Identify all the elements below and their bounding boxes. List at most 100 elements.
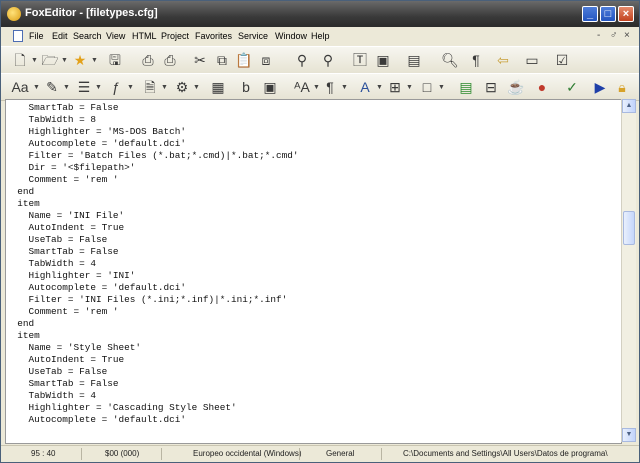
document-icon[interactable] <box>13 30 23 42</box>
code-line: Autocomplete = 'default.dci' <box>6 414 187 425</box>
status-separator <box>161 448 162 460</box>
code-line: Autocomplete = 'default.dci' <box>6 138 187 149</box>
brush-dropdown-icon[interactable]: ▼ <box>63 84 70 91</box>
text-mode-icon[interactable]: 🅃 <box>351 51 369 69</box>
open-dropdown-icon[interactable]: ▼ <box>61 57 68 64</box>
favorites-star-icon[interactable]: ★ <box>71 51 89 69</box>
code-line: item <box>6 198 40 209</box>
frame-dropdown-icon[interactable]: ▼ <box>438 84 445 91</box>
tools-icon[interactable]: ⚙ <box>173 78 191 96</box>
font-size-icon[interactable]: ᴬA <box>293 78 311 96</box>
close-button[interactable]: × <box>618 6 634 22</box>
syntax-status[interactable]: General <box>326 449 354 458</box>
bookmark-icon[interactable]: ⇦ <box>494 51 512 69</box>
code-line: item <box>6 330 40 341</box>
scroll-down-icon[interactable]: ▼ <box>622 428 636 442</box>
tea-icon[interactable]: ☕ <box>507 78 525 96</box>
format-toolbar: Aa ▼ ✎ ▼ ☰ ▼ ƒ ▼ 🗎 ▼ ⚙ ▼ ▦ b ▣ ᴬA ▼ ¶ ▼ … <box>1 73 639 101</box>
code-line: end <box>6 318 35 329</box>
encoding-status[interactable]: Europeo occidental (Windows) <box>193 449 302 458</box>
mdi-restore-button[interactable]: ♂ <box>610 30 618 41</box>
scroll-thumb[interactable] <box>623 211 635 245</box>
menu-service[interactable]: Service <box>238 31 268 41</box>
run-icon[interactable]: ▶ <box>591 78 609 96</box>
new-file-dropdown-icon[interactable]: ▼ <box>31 57 38 64</box>
app-icon[interactable] <box>7 7 21 21</box>
code-line: TabWidth = 4 <box>6 258 97 269</box>
paste-special-icon[interactable]: ⧈ <box>257 51 275 69</box>
paragraph-marks-icon[interactable]: ¶ <box>467 51 485 69</box>
save-all-icon[interactable]: ▣ <box>261 78 279 96</box>
list-dropdown-icon[interactable]: ▼ <box>95 84 102 91</box>
function-dropdown-icon[interactable]: ▼ <box>127 84 134 91</box>
code-editor[interactable]: SmartTab = False TabWidth = 8 Highlighte… <box>5 99 622 444</box>
table-icon[interactable]: ⊞ <box>386 78 404 96</box>
tools-dropdown-icon[interactable]: ▼ <box>193 84 200 91</box>
menu-edit[interactable]: Edit <box>52 31 68 41</box>
menu-project[interactable]: Project <box>161 31 189 41</box>
code-line: Comment = 'rem ' <box>6 306 119 317</box>
case-icon[interactable]: Aa <box>11 78 29 96</box>
page-view-icon[interactable]: ▣ <box>374 51 392 69</box>
main-toolbar: 🗋 ▼ 🗁 ▼ ★ ▼ 🖫 ⎙ ⎙ ✂ ⧉ 📋 ⧈ ⚲ ⚲ 🅃 ▣ ▤ 🔍︎ ¶… <box>1 46 639 74</box>
menu-favorites[interactable]: Favorites <box>195 31 232 41</box>
open-folder-icon[interactable]: 🗁 <box>41 51 59 69</box>
save-icon[interactable]: 🖫 <box>106 51 124 69</box>
menu-search[interactable]: Search <box>73 31 102 41</box>
paragraph-dropdown-icon[interactable]: ▼ <box>341 84 348 91</box>
status-separator <box>81 448 82 460</box>
menu-file[interactable]: File <box>29 31 44 41</box>
folder-icon[interactable]: ▭ <box>523 51 541 69</box>
zoom-icon[interactable]: 🔍︎ <box>441 51 459 69</box>
copy-icon[interactable]: ⧉ <box>213 51 231 69</box>
font-color-icon[interactable]: A <box>356 78 374 96</box>
document-dropdown-icon[interactable]: ▼ <box>161 84 168 91</box>
checklist-icon[interactable]: ☑ <box>553 51 571 69</box>
spellcheck-icon[interactable]: ✓ <box>563 78 581 96</box>
minimize-button[interactable]: _ <box>582 6 598 22</box>
lock-icon[interactable]: 🔒︎ <box>613 78 631 96</box>
menu-view[interactable]: View <box>106 31 125 41</box>
code-line: end <box>6 186 35 197</box>
char-code: $00 (000) <box>105 449 140 458</box>
vertical-scrollbar[interactable]: ▲ ▼ <box>621 99 636 442</box>
menu-window[interactable]: Window <box>275 31 307 41</box>
case-dropdown-icon[interactable]: ▼ <box>33 84 40 91</box>
brush-icon[interactable]: ✎ <box>43 78 61 96</box>
file-path-status: C:\Documents and Settings\All Users\Dato… <box>403 449 608 458</box>
split-view-icon[interactable]: ▤ <box>405 51 423 69</box>
table-dropdown-icon[interactable]: ▼ <box>406 84 413 91</box>
code-line: SmartTab = False <box>6 102 119 113</box>
bold-b-icon[interactable]: b <box>237 78 255 96</box>
frame-icon[interactable]: □ <box>418 78 436 96</box>
font-color-dropdown-icon[interactable]: ▼ <box>376 84 383 91</box>
list-icon[interactable]: ☰ <box>75 78 93 96</box>
document-tool-icon[interactable]: 🗎 <box>141 78 159 96</box>
code-line: SmartTab = False <box>6 246 119 257</box>
function-icon[interactable]: ƒ <box>107 78 125 96</box>
status-bar: 95 : 40 $00 (000) Europeo occidental (Wi… <box>1 445 639 462</box>
menu-html[interactable]: HTML <box>132 31 157 41</box>
layout-icon[interactable]: ⊟ <box>482 78 500 96</box>
print-preview-icon[interactable]: ⎙ <box>139 51 157 69</box>
mdi-close-button[interactable]: × <box>624 30 630 41</box>
paragraph-icon[interactable]: ¶ <box>321 78 339 96</box>
new-file-icon[interactable]: 🗋 <box>11 51 29 69</box>
mdi-minimize-button[interactable]: - <box>597 30 600 41</box>
print-icon[interactable]: ⎙ <box>161 51 179 69</box>
colors-icon[interactable]: ● <box>533 78 551 96</box>
cut-icon[interactable]: ✂ <box>191 51 209 69</box>
menu-help[interactable]: Help <box>311 31 330 41</box>
find-icon[interactable]: ⚲ <box>293 51 311 69</box>
replace-icon[interactable]: ⚲ <box>319 51 337 69</box>
status-separator <box>381 448 382 460</box>
favorites-dropdown-icon[interactable]: ▼ <box>91 57 98 64</box>
block-icon[interactable]: ▦ <box>209 78 227 96</box>
title-bar[interactable]: FoxEditor - [filetypes.cfg] _ □ × <box>1 1 639 27</box>
code-line: Highlighter = 'MS-DOS Batch' <box>6 126 187 137</box>
paste-icon[interactable]: 📋 <box>235 51 253 69</box>
image-icon[interactable]: ▤ <box>457 78 475 96</box>
maximize-button[interactable]: □ <box>600 6 616 22</box>
font-size-dropdown-icon[interactable]: ▼ <box>313 84 320 91</box>
scroll-up-icon[interactable]: ▲ <box>622 99 636 113</box>
